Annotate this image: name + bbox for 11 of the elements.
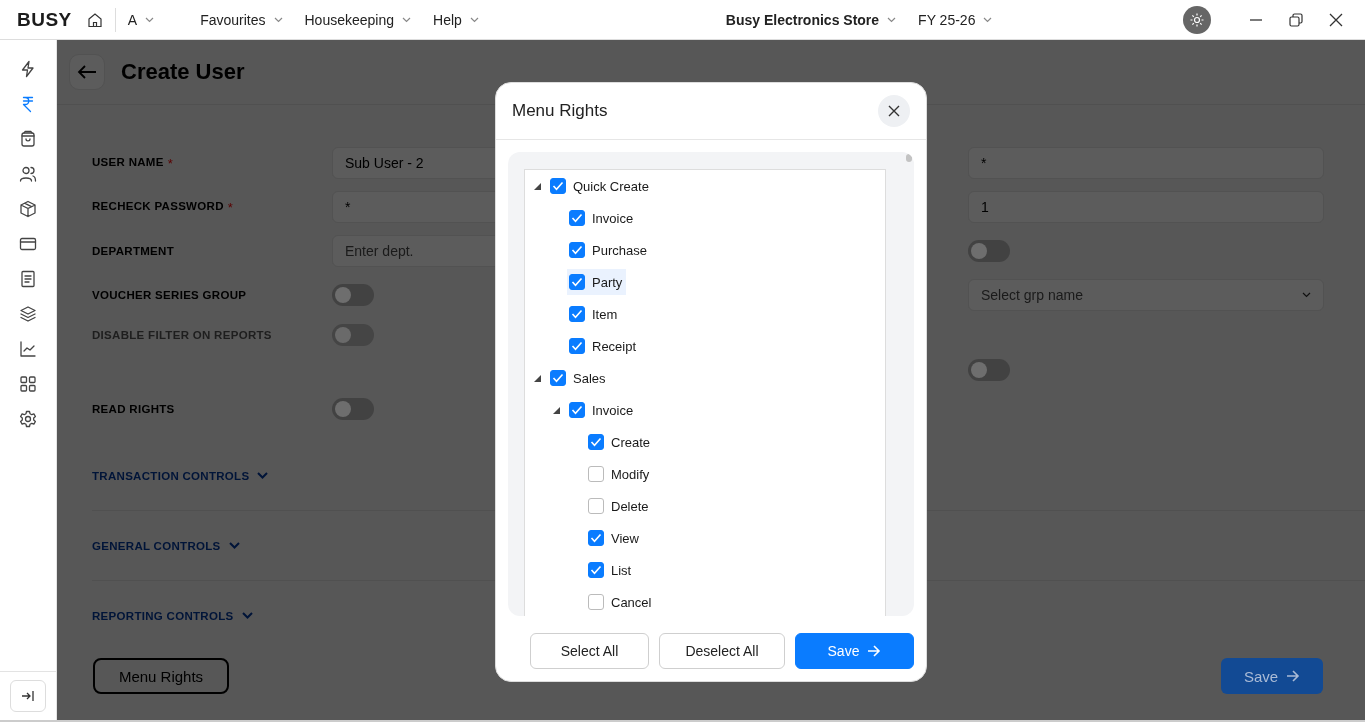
required-mark: * [167, 155, 173, 171]
field-label: VOUCHER SERIES GROUP [92, 289, 247, 301]
required-mark: * [227, 199, 233, 215]
page-title: Create User [121, 59, 245, 85]
field-label: RECHECK PASSWORD [92, 199, 224, 212]
field-label: USER NAME [92, 155, 164, 168]
field-label: DEPARTMENT [92, 245, 174, 257]
field-label: DISABLE FILTER ON REPORTS [92, 329, 272, 341]
logo: BUSY [17, 8, 72, 31]
dialog-title: Menu Rights [512, 101, 608, 121]
field-label: READ RIGHTS [92, 403, 175, 415]
